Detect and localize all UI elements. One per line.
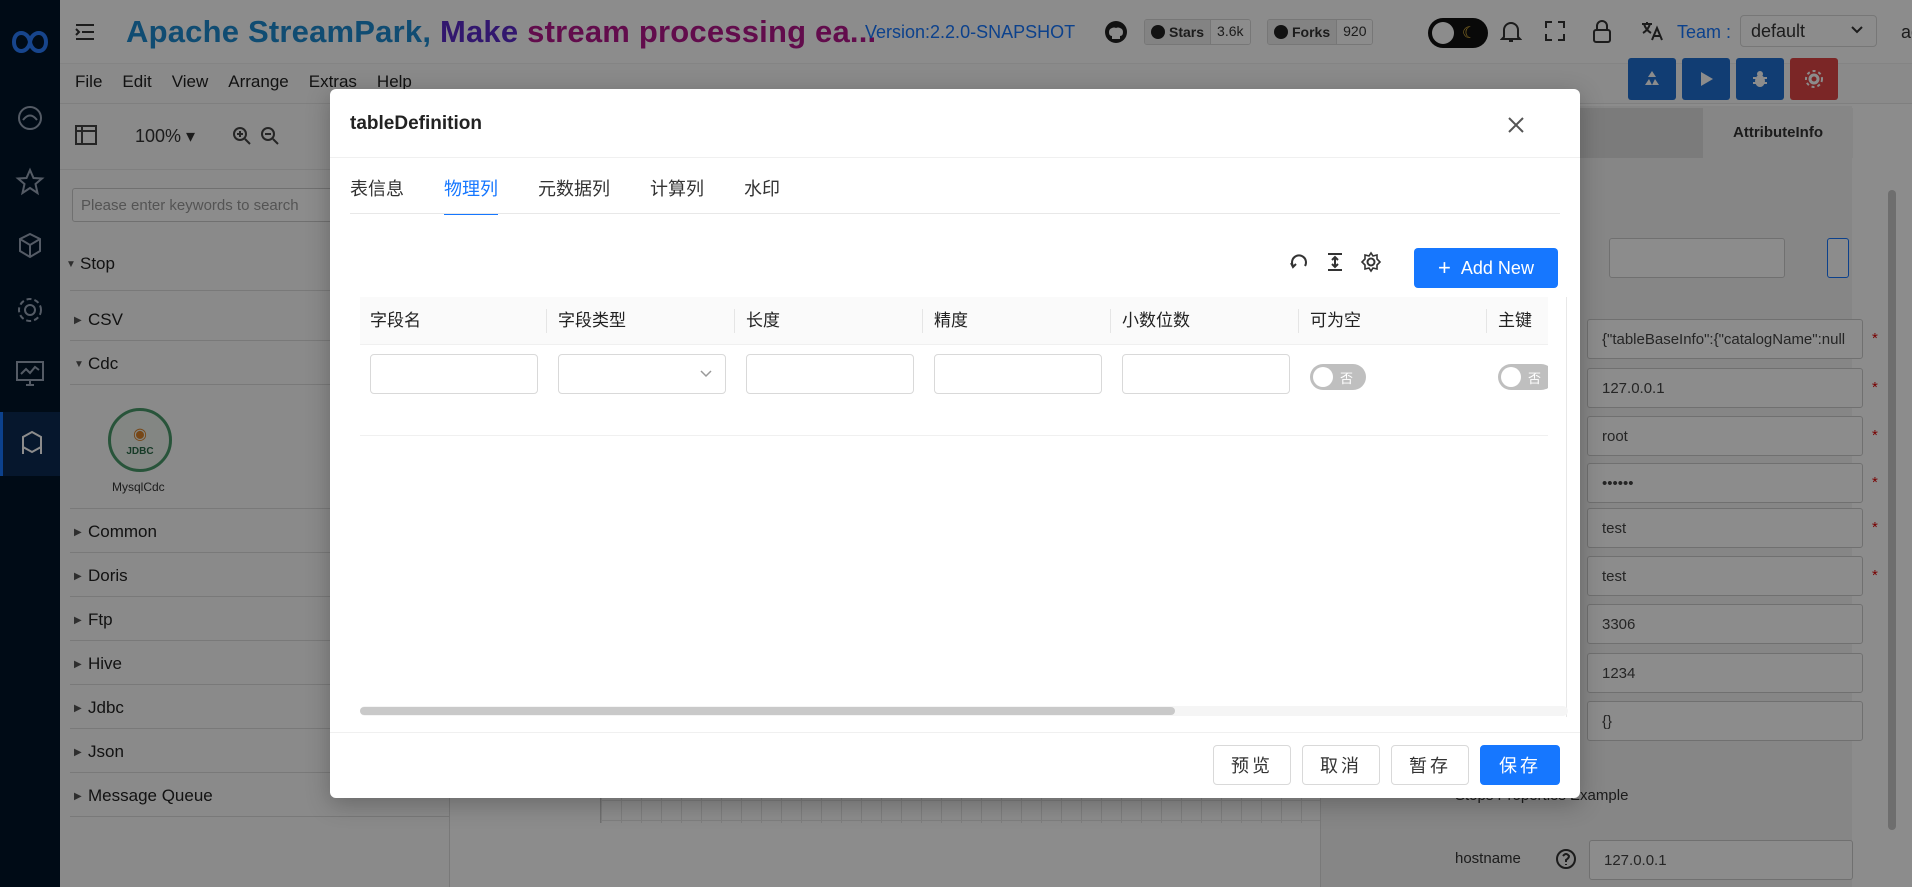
column-header-precision: 精度 (934, 311, 968, 330)
physical-columns-table: 字段名 字段类型 长度 精度 小数位数 可为空 主键 否 否 (360, 297, 1548, 437)
chevron-down-icon (699, 367, 713, 386)
draft-button[interactable]: 暂存 (1391, 745, 1469, 785)
table-definition-modal: tableDefinition 表信息 物理列 元数据列 计算列 水印 + Ad… (330, 89, 1580, 798)
field-name-input[interactable] (370, 354, 538, 394)
nullable-switch[interactable]: 否 (1310, 364, 1366, 390)
tab-table-info[interactable]: 表信息 (350, 175, 404, 215)
column-header-nullable: 可为空 (1310, 311, 1361, 330)
preview-button[interactable]: 预览 (1213, 745, 1291, 785)
tab-computed-columns[interactable]: 计算列 (650, 175, 704, 215)
column-separator (1486, 309, 1487, 333)
precision-input[interactable] (934, 354, 1102, 394)
column-header-field-type: 字段类型 (558, 311, 626, 330)
table-horizontal-scrollbar[interactable] (360, 706, 1568, 716)
column-separator (1298, 309, 1299, 333)
scrollbar-thumb[interactable] (360, 707, 1175, 715)
settings-icon[interactable] (1360, 251, 1382, 278)
column-header-field-name: 字段名 (370, 311, 421, 330)
switch-label: 否 (1340, 371, 1354, 386)
add-new-button[interactable]: + Add New (1414, 248, 1558, 288)
primary-key-switch[interactable]: 否 (1498, 364, 1548, 390)
column-separator (922, 309, 923, 333)
table-tools (1288, 251, 1382, 278)
column-separator (1110, 309, 1111, 333)
length-input[interactable] (746, 354, 914, 394)
tab-physical-columns[interactable]: 物理列 (444, 175, 498, 215)
add-new-label: Add New (1460, 257, 1534, 278)
plus-icon: + (1438, 255, 1451, 280)
column-height-icon[interactable] (1324, 251, 1346, 278)
modal-title: tableDefinition (350, 113, 482, 134)
cancel-button[interactable]: 取消 (1302, 745, 1380, 785)
divider (350, 213, 1560, 214)
table-edge (1566, 297, 1567, 717)
divider (360, 435, 1548, 436)
column-header-scale: 小数位数 (1122, 311, 1190, 330)
tab-watermark[interactable]: 水印 (744, 175, 780, 215)
table-header: 字段名 字段类型 长度 精度 小数位数 可为空 主键 (360, 297, 1548, 345)
column-header-length: 长度 (746, 311, 780, 330)
switch-knob (1313, 367, 1333, 387)
column-separator (546, 309, 547, 333)
close-icon[interactable] (1504, 113, 1528, 137)
column-separator (734, 309, 735, 333)
divider (330, 157, 1580, 158)
switch-knob (1501, 367, 1521, 387)
modal-tabs: 表信息 物理列 元数据列 计算列 水印 (350, 175, 780, 215)
field-type-select[interactable] (558, 354, 726, 394)
column-header-primary-key: 主键 (1498, 311, 1532, 330)
tab-metadata-columns[interactable]: 元数据列 (538, 175, 610, 215)
divider (330, 732, 1580, 733)
scale-input[interactable] (1122, 354, 1290, 394)
save-button[interactable]: 保存 (1480, 745, 1560, 785)
refresh-icon[interactable] (1288, 251, 1310, 278)
switch-label: 否 (1528, 371, 1542, 386)
